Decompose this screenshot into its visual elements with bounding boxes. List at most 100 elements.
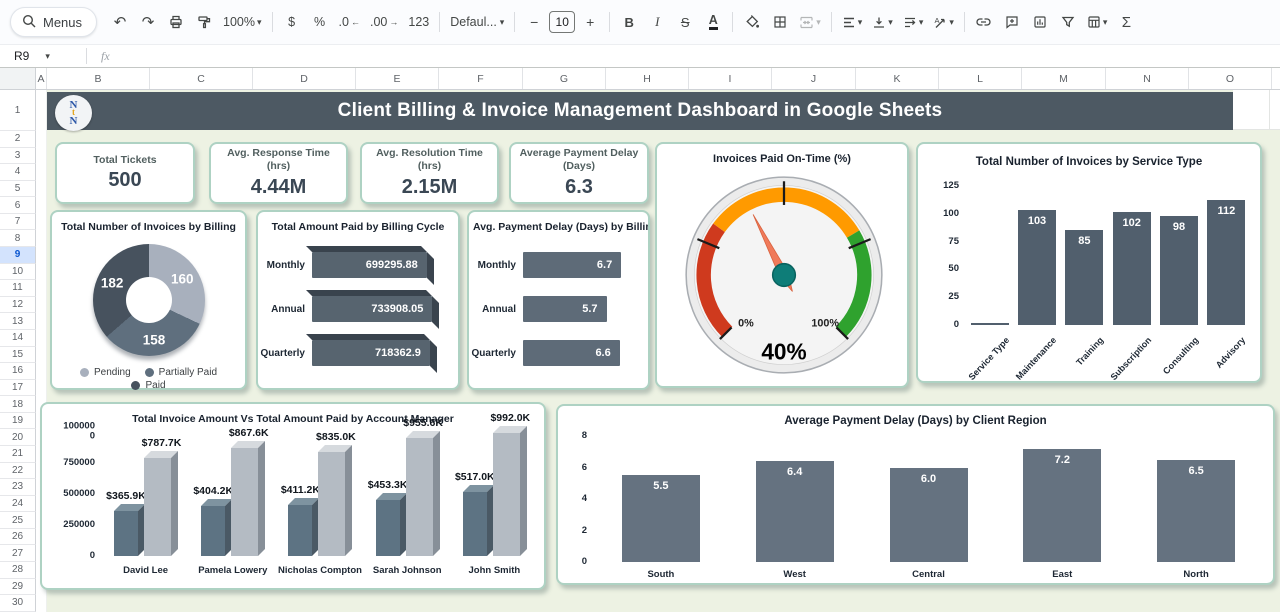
column-header-L[interactable]: L (939, 68, 1022, 89)
horizontal-align-button[interactable]: ▾ (838, 8, 867, 36)
kpi-card-avg-response-time[interactable]: Avg. Response Time (hrs) 4.44M (209, 142, 348, 204)
row-header-14[interactable]: 14 (0, 330, 36, 347)
row-header-21[interactable]: 21 (0, 446, 36, 463)
name-box[interactable]: R9 ▾ (0, 45, 86, 67)
zoom-select[interactable]: 100%▾ (219, 8, 266, 36)
chart-card-payment-delay-by-client-region[interactable]: Average Payment Delay (Days) by Client R… (556, 404, 1275, 585)
category-label: Quarterly (258, 348, 312, 359)
column-header-M[interactable]: M (1022, 68, 1106, 89)
insert-chart-button[interactable] (1027, 8, 1053, 36)
decrease-font-size-button[interactable]: − (521, 8, 547, 36)
select-all-corner[interactable] (0, 68, 36, 89)
row-header-8[interactable]: 8 (0, 230, 36, 247)
row-header-27[interactable]: 27 (0, 545, 36, 562)
font-family-select[interactable]: Defaul...▾ (446, 8, 508, 36)
increase-font-size-button[interactable]: + (577, 8, 603, 36)
row-header-15[interactable]: 15 (0, 347, 36, 364)
increase-decimal-button[interactable]: .00→ (366, 8, 402, 36)
print-button[interactable] (163, 8, 189, 36)
insert-link-button[interactable] (971, 8, 997, 36)
redo-button[interactable]: ↷ (135, 8, 161, 36)
italic-button[interactable]: I (644, 8, 670, 36)
text-wrap-button[interactable]: ▾ (899, 8, 928, 36)
merge-cells-button[interactable]: ▾ (795, 8, 825, 36)
column-header-E[interactable]: E (356, 68, 439, 89)
column-header-N[interactable]: N (1106, 68, 1189, 89)
column-header-I[interactable]: I (689, 68, 772, 89)
formula-input[interactable]: fx (87, 49, 110, 64)
menus-button[interactable]: Menus (10, 7, 97, 37)
text-color-button[interactable]: A (700, 8, 726, 36)
borders-button[interactable] (767, 8, 793, 36)
row-header-9[interactable]: 9 (0, 247, 36, 264)
row-header-2[interactable]: 2 (0, 131, 36, 148)
bar-value-label: 85 (1078, 235, 1090, 247)
more-formats-button[interactable]: 123 (404, 8, 433, 36)
chart-card-payment-delay-by-billing-cycle[interactable]: Avg. Payment Delay (Days) by Billing Cyc… (467, 210, 650, 390)
filter-icon (1061, 15, 1075, 29)
bold-button[interactable]: B (616, 8, 642, 36)
row-header-16[interactable]: 16 (0, 363, 36, 380)
row-header-18[interactable]: 18 (0, 396, 36, 413)
percent-format-button[interactable]: % (307, 8, 333, 36)
row-header-12[interactable]: 12 (0, 297, 36, 314)
column-header-K[interactable]: K (856, 68, 939, 89)
column-header-G[interactable]: G (523, 68, 606, 89)
hbar-row: Monthly699295.88 (258, 243, 458, 287)
vertical-align-button[interactable]: ▾ (868, 8, 897, 36)
x-axis-label: Service Type (966, 335, 1011, 382)
row-header-10[interactable]: 10 (0, 264, 36, 281)
row-header-24[interactable]: 24 (0, 496, 36, 513)
kpi-card-total-tickets[interactable]: Total Tickets 500 (55, 142, 195, 204)
row-header-22[interactable]: 22 (0, 463, 36, 480)
row-header-30[interactable]: 30 (0, 595, 36, 612)
row-header-19[interactable]: 19 (0, 413, 36, 430)
table-views-button[interactable]: ▾ (1083, 8, 1112, 36)
chart-card-amount-paid-by-billing-cycle[interactable]: Total Amount Paid by Billing Cycle Month… (256, 210, 460, 390)
column-header-O[interactable]: O (1189, 68, 1272, 89)
row-header-25[interactable]: 25 (0, 512, 36, 529)
column-header-J[interactable]: J (772, 68, 856, 89)
row-header-28[interactable]: 28 (0, 562, 36, 579)
strikethrough-button[interactable]: S (672, 8, 698, 36)
chart-card-invoice-vs-paid-by-account-manager[interactable]: Total Invoice Amount Vs Total Amount Pai… (40, 402, 546, 590)
row-header-6[interactable]: 6 (0, 197, 36, 214)
row-header-5[interactable]: 5 (0, 181, 36, 198)
fill-color-button[interactable] (739, 8, 765, 36)
kpi-card-avg-resolution-time[interactable]: Avg. Resolution Time (hrs) 2.15M (360, 142, 499, 204)
column-header-H[interactable]: H (606, 68, 689, 89)
create-filter-button[interactable] (1055, 8, 1081, 36)
kpi-card-avg-payment-delay[interactable]: Average Payment Delay (Days) 6.3 (509, 142, 649, 204)
row-header-29[interactable]: 29 (0, 579, 36, 596)
undo-button[interactable]: ↶ (107, 8, 133, 36)
chart-card-invoices-by-service-type[interactable]: Total Number of Invoices by Service Type… (916, 142, 1262, 383)
y-axis-tick: 1000000 (59, 422, 95, 443)
row-header-20[interactable]: 20 (0, 429, 36, 446)
currency-format-button[interactable]: $ (279, 8, 305, 36)
text-rotation-button[interactable]: A ▾ (929, 8, 958, 36)
font-size-input[interactable]: 10 (549, 11, 575, 33)
chart-card-invoices-by-billing-status[interactable]: Total Number of Invoices by Billing 1601… (50, 210, 247, 390)
functions-button[interactable]: Σ (1113, 8, 1139, 36)
row-header-23[interactable]: 23 (0, 479, 36, 496)
row-header-7[interactable]: 7 (0, 214, 36, 231)
column-header-C[interactable]: C (150, 68, 253, 89)
row-header-26[interactable]: 26 (0, 529, 36, 546)
column-header-B[interactable]: B (47, 68, 150, 89)
row-header-4[interactable]: 4 (0, 164, 36, 181)
paint-format-button[interactable] (191, 8, 217, 36)
row-header-13[interactable]: 13 (0, 313, 36, 330)
decrease-decimal-button[interactable]: .0← (335, 8, 364, 36)
row-header-3[interactable]: 3 (0, 148, 36, 165)
chart-card-invoices-paid-on-time[interactable]: Invoices Paid On-Time (%) 0%100%40% (655, 142, 909, 388)
row-header-11[interactable]: 11 (0, 280, 36, 297)
column-header-D[interactable]: D (253, 68, 356, 89)
insert-comment-button[interactable] (999, 8, 1025, 36)
column-header-A[interactable]: A (36, 68, 47, 89)
row-header-1[interactable]: 1 (0, 90, 36, 131)
column-header-F[interactable]: F (439, 68, 523, 89)
row-header-17[interactable]: 17 (0, 380, 36, 397)
category-label: Monthly (258, 260, 312, 271)
toolbar-separator (609, 12, 610, 32)
sheet-grid[interactable]: N t N Client Billing & Invoice Managemen… (36, 90, 1280, 612)
